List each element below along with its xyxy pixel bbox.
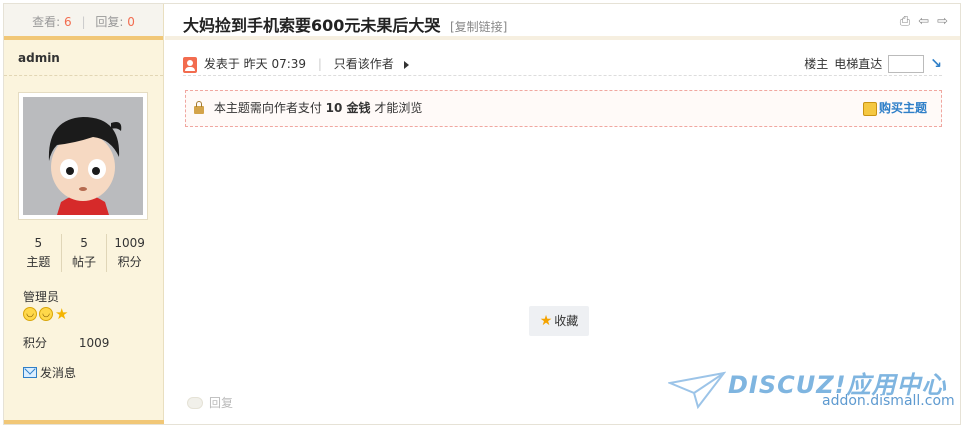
jump-label: 电梯直达 xyxy=(834,57,883,71)
topics-count: 5 xyxy=(34,236,43,250)
replies-label: 回复: xyxy=(95,15,124,29)
favorite-button[interactable]: ★ 收藏 xyxy=(529,306,589,336)
triangle-right-icon xyxy=(403,60,409,69)
only-author-link[interactable]: 只看该作者 xyxy=(334,57,409,71)
reply-label: 回复 xyxy=(209,396,234,410)
author-counts: 5 主题 5 帖子 1009 积分 xyxy=(16,234,152,272)
paywall-amount: 10 金钱 xyxy=(325,101,371,115)
go-arrow-icon[interactable]: ↘ xyxy=(930,52,942,76)
posts-label: 帖子 xyxy=(72,255,97,269)
buy-thread-button[interactable]: 购买主题 xyxy=(862,91,927,126)
thread-title-text: 大妈捡到手机索要600元未果后大哭 xyxy=(183,16,441,35)
only-author-label: 只看该作者 xyxy=(333,57,394,71)
credits-stat[interactable]: 1009 积分 xyxy=(107,234,152,272)
user-group[interactable]: 管理员 xyxy=(23,288,59,305)
thread-title: 大妈捡到手机索要600元未果后大哭 [复制链接] xyxy=(183,12,507,36)
post-time: 07:39 xyxy=(271,57,307,71)
floor-label[interactable]: 楼主 xyxy=(804,52,828,76)
copy-link[interactable]: [复制链接] xyxy=(450,20,507,34)
author-sidebar: 查看: 6 | 回复: 0 admin 5 主题 5 帖子 1009 积分 管理… xyxy=(4,4,164,424)
replies-count: 0 xyxy=(127,15,135,29)
posted-label: 发表于 昨天 xyxy=(203,57,268,71)
print-icon[interactable]: ⎙ xyxy=(900,14,910,29)
paywall-suffix: 才能浏览 xyxy=(374,101,423,115)
favorite-label: 收藏 xyxy=(554,314,579,328)
views-label: 查看: xyxy=(32,15,61,29)
send-message-link[interactable]: 发消息 xyxy=(23,364,76,381)
watermark-url: addon.dismall.com xyxy=(822,393,955,409)
envelope-icon xyxy=(23,367,37,378)
previous-thread-icon[interactable]: ⇦ xyxy=(918,14,929,29)
star-medal-icon: ★ xyxy=(55,305,69,323)
author-name[interactable]: admin xyxy=(4,40,163,76)
posts-stat[interactable]: 5 帖子 xyxy=(62,234,108,272)
title-bar: 大妈捡到手机索要600元未果后大哭 [复制链接] ⎙ ⇦ ⇨ xyxy=(165,4,960,40)
next-thread-icon[interactable]: ⇨ xyxy=(937,14,948,29)
floor-jump: 楼主 电梯直达 ↘ xyxy=(804,52,942,76)
paywall-prefix: 本主题需向作者支付 xyxy=(213,101,322,115)
speech-bubble-icon xyxy=(187,396,203,409)
user-online-icon xyxy=(183,56,197,73)
post-meta: 发表于 昨天 07:39 | 只看该作者 楼主 电梯直达 ↘ xyxy=(183,52,942,76)
avatar-image xyxy=(23,97,143,215)
thread-stats: 查看: 6 | 回复: 0 xyxy=(4,4,163,40)
points-value: 1009 xyxy=(78,336,110,350)
credits-label: 积分 xyxy=(117,255,142,269)
points-row: 积分 1009 xyxy=(23,334,109,351)
post-frame: 查看: 6 | 回复: 0 admin 5 主题 5 帖子 1009 积分 管理… xyxy=(3,3,961,425)
topics-stat[interactable]: 5 主题 xyxy=(16,234,62,272)
paywall-notice: 本主题需向作者支付 10 金钱 才能浏览 购买主题 xyxy=(185,90,942,127)
avatar-frame[interactable] xyxy=(18,92,148,220)
sidebar-bottom-bar xyxy=(4,420,164,424)
lock-icon xyxy=(194,100,204,114)
paper-plane-icon xyxy=(668,371,726,409)
points-label: 积分 xyxy=(23,336,48,350)
stats-divider: | xyxy=(81,15,86,29)
avatar[interactable] xyxy=(23,97,143,215)
coins-icon xyxy=(862,101,877,116)
rank-medals: ◡ ◡ ★ xyxy=(23,307,70,322)
send-message-label: 发消息 xyxy=(40,366,77,380)
post-content: 大妈捡到手机索要600元未果后大哭 [复制链接] ⎙ ⇦ ⇨ 发表于 昨天 07… xyxy=(165,4,960,424)
posts-count: 5 xyxy=(80,236,88,250)
post-info: 发表于 昨天 07:39 | 只看该作者 xyxy=(183,52,409,76)
title-tools: ⎙ ⇦ ⇨ xyxy=(900,14,948,29)
watermark: DISCUZ!应用中心 addon.dismall.com xyxy=(668,365,958,415)
smiley-medal-icon: ◡ xyxy=(39,307,53,321)
buy-thread-label: 购买主题 xyxy=(878,101,927,115)
smiley-medal-icon: ◡ xyxy=(23,307,37,321)
meta-divider: | xyxy=(317,57,322,71)
reply-link[interactable]: 回复 xyxy=(187,394,233,411)
views-count: 6 xyxy=(64,15,72,29)
star-icon: ★ xyxy=(539,313,553,329)
topics-label: 主题 xyxy=(26,255,51,269)
credits-count: 1009 xyxy=(114,236,145,250)
floor-number-input[interactable] xyxy=(888,55,925,73)
